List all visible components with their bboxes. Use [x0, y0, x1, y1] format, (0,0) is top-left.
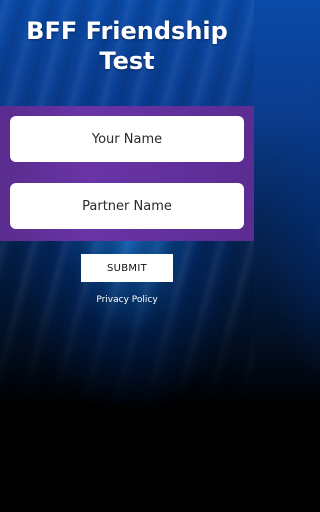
submit-button[interactable]: SUBMIT: [81, 254, 173, 282]
app-title-line1: BFF Friendship: [26, 17, 228, 45]
privacy-policy-link[interactable]: Privacy Policy: [0, 295, 254, 305]
your-name-input[interactable]: Your Name: [10, 116, 244, 162]
app-title: BFF Friendship Test: [0, 16, 254, 76]
partner-name-input[interactable]: Partner Name: [10, 183, 244, 229]
app-title-line2: Test: [99, 47, 155, 75]
partner-name-placeholder: Partner Name: [82, 198, 172, 214]
your-name-placeholder: Your Name: [91, 131, 163, 147]
